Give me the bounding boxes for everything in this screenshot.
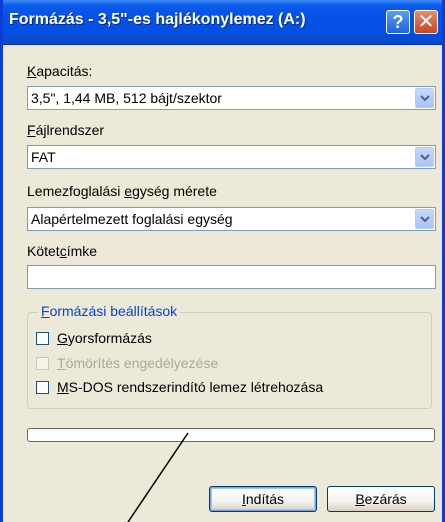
- volume-label-caption: Kötetcímke: [27, 243, 98, 259]
- chevron-down-icon[interactable]: [415, 147, 434, 167]
- allocation-label: Lemezfoglalási egység mérete: [27, 183, 217, 199]
- allocation-value: Alapértelmezett foglalási egység: [31, 211, 233, 227]
- question-icon: ?: [392, 12, 404, 32]
- compression-label: Tömörítés engedélyezése: [57, 355, 219, 371]
- chevron-down-icon[interactable]: [415, 88, 434, 108]
- start-button[interactable]: Indítás: [209, 486, 317, 512]
- format-dialog: Formázás - 3,5"-es hajlékonylemez (A:) ?…: [0, 0, 445, 522]
- compression-checkbox: [36, 357, 49, 370]
- filesystem-select[interactable]: FAT: [27, 145, 436, 169]
- quick-format-checkbox[interactable]: [36, 332, 49, 345]
- msdos-boot-checkbox[interactable]: [36, 381, 49, 394]
- volume-label-input[interactable]: [27, 265, 436, 289]
- window-title: Formázás - 3,5"-es hajlékonylemez (A:): [9, 11, 306, 28]
- capacity-value: 3,5", 1,44 MB, 512 bájt/szektor: [31, 90, 222, 106]
- close-window-button[interactable]: ✕: [414, 10, 438, 34]
- filesystem-label: Fájlrendszer: [27, 122, 105, 138]
- msdos-boot-label[interactable]: MS-DOS rendszerindító lemez létrehozása: [57, 379, 323, 395]
- filesystem-value: FAT: [31, 149, 56, 165]
- help-button[interactable]: ?: [386, 10, 410, 34]
- allocation-select[interactable]: Alapértelmezett foglalási egység: [27, 207, 436, 231]
- chevron-down-icon[interactable]: [415, 209, 434, 229]
- format-options-title: Formázási beállítások: [38, 303, 181, 319]
- quick-format-label[interactable]: Gyorsformázás: [57, 330, 152, 346]
- format-progress-bar: [27, 428, 435, 442]
- close-icon: ✕: [417, 11, 435, 33]
- title-bar[interactable]: Formázás - 3,5"-es hajlékonylemez (A:) ?…: [3, 0, 442, 45]
- capacity-select[interactable]: 3,5", 1,44 MB, 512 bájt/szektor: [27, 86, 436, 110]
- capacity-label: Kapacitás:: [27, 63, 93, 79]
- close-button[interactable]: Bezárás: [327, 486, 435, 512]
